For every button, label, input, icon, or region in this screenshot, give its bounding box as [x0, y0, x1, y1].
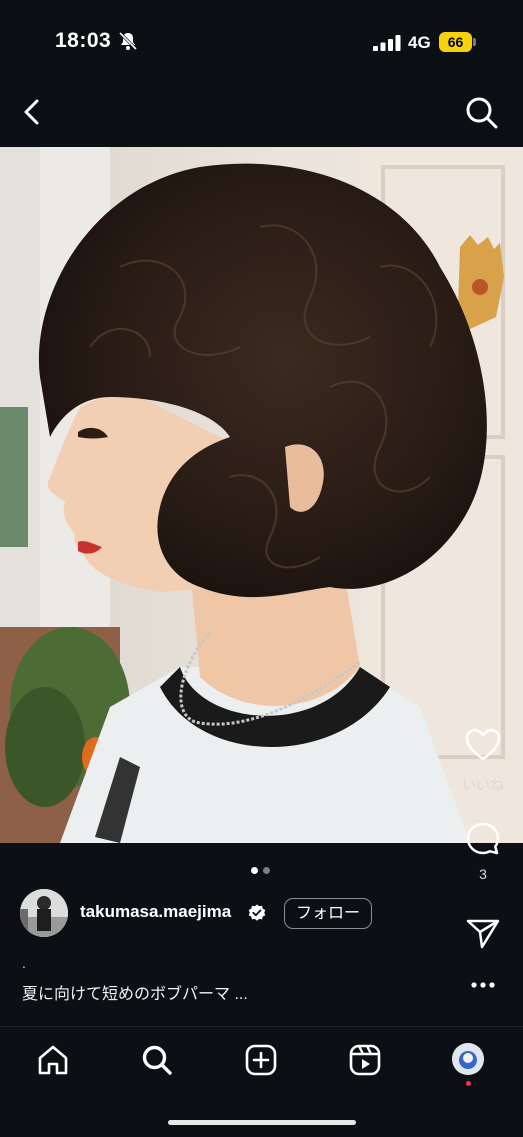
follow-button[interactable]: フォロー: [284, 898, 372, 929]
comment-count: 3: [479, 866, 487, 882]
network-type: 4G: [408, 33, 431, 52]
verified-badge-icon: [248, 904, 266, 921]
post-caption[interactable]: 夏に向けて短めのボブパーマ ...: [22, 980, 248, 1004]
battery-level: 66: [439, 32, 472, 52]
search-icon[interactable]: [463, 94, 501, 132]
bell-muted-icon: [118, 31, 138, 51]
home-indicator: [168, 1120, 356, 1125]
status-time: 18:03: [55, 29, 112, 52]
heart-icon[interactable]: [464, 726, 502, 764]
carousel-dot: [263, 867, 270, 874]
author-avatar[interactable]: [20, 889, 68, 937]
more-icon[interactable]: [464, 966, 502, 1004]
author-username[interactable]: takumasa.maejima: [80, 902, 231, 922]
caption-dot: .: [22, 955, 26, 971]
home-icon[interactable]: [36, 1043, 70, 1077]
chevron-left-icon[interactable]: [14, 94, 50, 130]
reels-icon[interactable]: [348, 1043, 382, 1077]
search-nav-icon[interactable]: [140, 1043, 174, 1077]
send-icon[interactable]: [464, 914, 502, 952]
signal-icon: [373, 35, 401, 51]
like-label: いいね: [462, 777, 504, 793]
battery-icon: 66: [439, 32, 477, 52]
notification-dot: [466, 1081, 471, 1086]
profile-avatar[interactable]: [452, 1043, 484, 1075]
carousel-dot-active: [251, 867, 258, 874]
create-post-icon[interactable]: [244, 1043, 278, 1077]
comment-icon[interactable]: [464, 820, 502, 858]
post-photo[interactable]: [0, 147, 523, 843]
